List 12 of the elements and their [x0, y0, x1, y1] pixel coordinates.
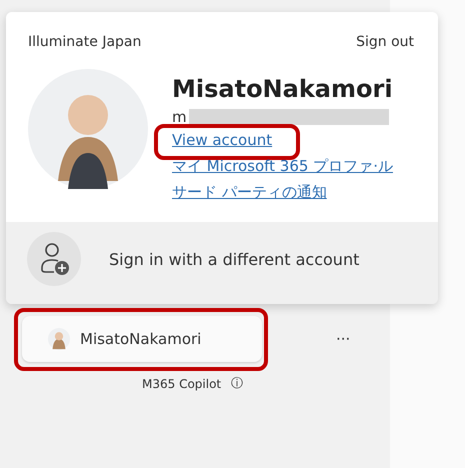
account-link[interactable]: サード パーティの通知 — [172, 183, 327, 201]
account-link[interactable]: View account — [172, 131, 272, 149]
product-label: M365 Copilot — [142, 376, 222, 390]
more-button[interactable]: ··· — [332, 330, 354, 348]
organization-name: Illuminate Japan — [28, 34, 142, 50]
switch-account-button[interactable]: Sign in with a different account — [6, 222, 438, 304]
display-name: MisatoNakamori — [172, 74, 394, 104]
email-text: m — [172, 108, 187, 126]
account-link[interactable]: マイ Microsoft 365 プロファ·ル — [172, 157, 393, 175]
info-icon[interactable]: ⓘ — [231, 375, 244, 392]
profile-button[interactable]: MisatoNakamori — [22, 316, 262, 362]
sign-out-button[interactable]: Sign out — [356, 34, 414, 50]
